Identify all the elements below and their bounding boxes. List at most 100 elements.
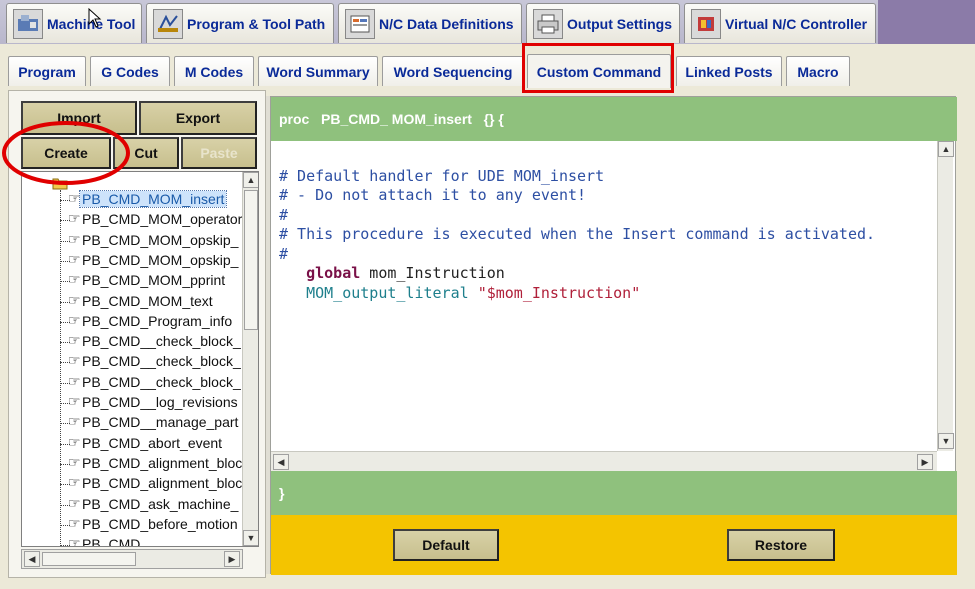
tree-item[interactable]: ☞ PB_CMD_before_motion	[22, 515, 242, 535]
tab-output-settings[interactable]: Output Settings	[526, 3, 680, 43]
command-tree: ☞ PB_CMD_MOM_insert ☞ PB_CMD_MOM_operator ☞ P…	[21, 171, 259, 547]
tree-item[interactable]: ☞ PB_CMD_MOM_opskip_	[22, 251, 242, 271]
pointing-hand-icon: ☞	[68, 494, 81, 511]
tree-item-label: PB_CMD_Program_info	[82, 312, 233, 329]
tree-item-label: PB_CMD__manage_part	[82, 414, 239, 431]
tree-item[interactable]: ☞ PB_CMD_...	[22, 535, 242, 546]
tab-machine-tool[interactable]: Machine Tool	[6, 3, 142, 43]
scroll-right-icon[interactable]: ▶	[917, 454, 933, 470]
pointing-hand-icon: ☞	[68, 372, 81, 389]
code-line: #	[279, 205, 289, 224]
tree-item-label: PB_CMD_alignment_bloc	[82, 454, 243, 471]
tree-item[interactable]: ☞ PB_CMD_abort_event	[22, 434, 242, 454]
paste-button[interactable]: Paste	[181, 137, 257, 169]
h-scroll-thumb[interactable]	[42, 552, 136, 566]
subtab-word-summary[interactable]: Word Summary	[258, 56, 378, 86]
scroll-right-icon[interactable]: ▶	[224, 551, 240, 567]
output-function: MOM_output_literal	[306, 283, 469, 302]
scroll-down-icon[interactable]: ▼	[243, 530, 258, 546]
tree-item[interactable]: ☞ PB_CMD_alignment_bloc	[22, 474, 242, 494]
default-button[interactable]: Default	[393, 529, 499, 561]
subtab-m-codes[interactable]: M Codes	[174, 56, 254, 86]
panel-sash[interactable]	[266, 96, 270, 574]
tree-item[interactable]: ☞ PB_CMD_MOM_insert	[22, 190, 242, 210]
machine-tool-icon	[13, 8, 43, 39]
scroll-left-icon[interactable]: ◀	[24, 551, 40, 567]
tab-nc-data-definitions[interactable]: N/C Data Definitions	[338, 3, 522, 43]
tree-item[interactable]: ☞ PB_CMD_MOM_text	[22, 292, 242, 312]
main-tab-bar: Machine Tool Program & Tool Path N/C Dat…	[0, 0, 975, 44]
pointing-hand-icon: ☞	[68, 433, 81, 450]
printer-icon	[533, 8, 563, 39]
proc-header-text: proc PB_CMD_ MOM_insert {} {	[279, 111, 504, 127]
scroll-thumb[interactable]	[244, 190, 258, 330]
pointing-hand-icon: ☞	[68, 271, 81, 288]
pointing-hand-icon: ☞	[68, 352, 81, 369]
tab-bar-fill	[878, 0, 975, 44]
code-line: #	[279, 244, 289, 263]
scroll-up-icon[interactable]: ▲	[243, 172, 258, 188]
tree-item-label: PB_CMD__check_block_	[82, 373, 241, 390]
code-editor[interactable]: # Default handler for UDE MOM_insert # - …	[279, 147, 875, 342]
tab-label: N/C Data Definitions	[379, 15, 514, 32]
restore-button[interactable]: Restore	[727, 529, 835, 561]
tree-item[interactable]: ☞ PB_CMD__manage_part	[22, 413, 242, 433]
button-label: Export	[175, 110, 221, 126]
subtab-label: Program	[18, 63, 76, 80]
code-line-global: global mom_Instruction	[279, 264, 875, 284]
scroll-up-icon[interactable]: ▲	[938, 141, 954, 157]
pointing-hand-icon: ☞	[68, 514, 81, 531]
tree-item-label: PB_CMD_MOM_insert	[78, 190, 228, 208]
subtab-word-sequencing[interactable]: Word Sequencing	[382, 56, 524, 86]
scroll-down-icon[interactable]: ▼	[938, 433, 954, 449]
tree-item[interactable]: ☞ PB_CMD_MOM_opskip_	[22, 231, 242, 251]
tree-vertical-scrollbar[interactable]: ▲ ▼	[242, 172, 258, 546]
scroll-left-icon[interactable]: ◀	[273, 454, 289, 470]
editor-vertical-scrollbar[interactable]: ▲ ▼	[937, 141, 954, 451]
subtab-g-codes[interactable]: G Codes	[90, 56, 170, 86]
pointing-hand-icon: ☞	[68, 393, 81, 409]
tree-item[interactable]: ☞ PB_CMD__check_block_	[22, 352, 242, 372]
editor-horizontal-scrollbar[interactable]: ◀ ▶	[271, 451, 937, 471]
tab-program-tool-path[interactable]: Program & Tool Path	[146, 3, 334, 43]
subtab-custom-command[interactable]: Custom Command	[527, 54, 671, 88]
tree-item[interactable]: ☞ PB_CMD_ask_machine_	[22, 495, 242, 515]
tree-item[interactable]: ☞ PB_CMD__check_block_	[22, 373, 242, 393]
pointing-hand-icon: ☞	[68, 453, 81, 470]
subtab-label: Word Summary	[266, 63, 370, 80]
tab-label: Virtual N/C Controller	[725, 15, 868, 32]
tree-item[interactable]: ☞ PB_CMD__log_revisions	[22, 393, 242, 413]
code-line-output: MOM_output_literal "$mom_Instruction"	[279, 284, 875, 304]
export-button[interactable]: Export	[139, 101, 257, 135]
tree-item-label: PB_CMD__check_block_	[82, 353, 241, 370]
subtab-linked-posts[interactable]: Linked Posts	[676, 56, 782, 86]
tree-item[interactable]: ☞ PB_CMD__check_block_	[22, 332, 242, 352]
pointing-hand-icon: ☞	[68, 250, 81, 267]
editor-panel: proc PB_CMD_ MOM_insert {} { # Default h…	[270, 96, 957, 575]
tree-item[interactable]: ☞ PB_CMD_Program_info	[22, 312, 242, 332]
button-label: Paste	[200, 145, 238, 161]
code-line: # Default handler for UDE MOM_insert	[279, 166, 605, 185]
tree-item[interactable]: ☞ PB_CMD_MOM_operator	[22, 210, 242, 230]
pointing-hand-icon: ☞	[68, 474, 81, 491]
tree-item[interactable]: ☞ PB_CMD_MOM_pprint	[22, 271, 242, 291]
global-keyword: global	[306, 264, 361, 282]
subtab-macro[interactable]: Macro	[786, 56, 850, 86]
tree-item-label: PB_CMD_abort_event	[82, 434, 223, 451]
pointing-hand-icon: ☞	[68, 190, 81, 206]
tree-item-label: PB_CMD_MOM_operator	[82, 211, 243, 228]
tree-item-label: PB_CMD_MOM_opskip_	[82, 251, 239, 268]
sub-tab-bar: Program G Codes M Codes Word Summary Wor…	[0, 44, 975, 88]
pointing-hand-icon: ☞	[68, 413, 81, 430]
nc-data-icon	[345, 8, 375, 39]
tab-virtual-nc-controller[interactable]: Virtual N/C Controller	[684, 3, 876, 43]
action-bar: Default Restore	[271, 515, 957, 575]
tree-item-label: PB_CMD__check_block_	[82, 333, 241, 350]
tree-item[interactable]: ☞ PB_CMD_alignment_bloc	[22, 454, 242, 474]
subtab-program[interactable]: Program	[8, 56, 86, 86]
subtab-label: G Codes	[101, 63, 159, 80]
tree-item-label: PB_CMD_alignment_bloc	[82, 475, 243, 492]
button-label: Default	[422, 537, 470, 553]
subtab-label: Linked Posts	[685, 63, 773, 80]
tree-horizontal-scrollbar[interactable]: ◀ ▶	[21, 549, 243, 569]
